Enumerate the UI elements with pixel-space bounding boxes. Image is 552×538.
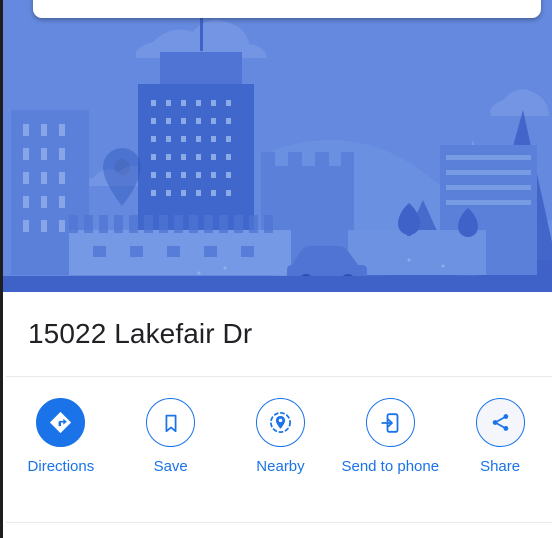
place-card-panel: 15022 Lakefair Dr 15022 Lakefair Dr: [0, 0, 552, 538]
action-button-row: Directions Save Nearby Send to phone Sha…: [6, 377, 552, 522]
share-icon: [492, 414, 508, 431]
bookmark-icon: [165, 414, 177, 432]
action-label-send-to-phone: Send to phone: [341, 458, 440, 475]
search-bar[interactable]: 15022 Lakefair Dr: [33, 0, 541, 18]
action-label-directions: Directions: [27, 458, 95, 475]
nearby-button[interactable]: [255, 398, 305, 447]
page-title: 15022 Lakefair Dr: [28, 318, 253, 349]
action-label-nearby: Nearby: [256, 458, 305, 475]
hero-illustration: 15022 Lakefair Dr: [3, 0, 552, 292]
action-share[interactable]: Share: [448, 398, 552, 477]
city-skyline-illustration: [3, 0, 552, 292]
building-low: [69, 215, 291, 275]
action-nearby[interactable]: Nearby: [228, 398, 332, 477]
divider-below-actions: [6, 522, 552, 523]
action-directions[interactable]: Directions: [9, 398, 113, 477]
share-button[interactable]: [475, 398, 525, 447]
directions-button[interactable]: [36, 398, 86, 447]
directions-arrow-icon: [50, 411, 72, 434]
action-label-save: Save: [153, 458, 188, 475]
place-title-block: 15022 Lakefair Dr: [6, 292, 552, 376]
action-save[interactable]: Save: [119, 398, 223, 477]
send-to-phone-button[interactable]: [365, 398, 415, 447]
send-to-phone-icon: [381, 412, 399, 433]
action-label-share: Share: [480, 458, 521, 475]
nearby-pin-icon: [270, 412, 291, 433]
action-send-to-phone[interactable]: Send to phone: [338, 398, 442, 477]
save-button[interactable]: [146, 398, 196, 447]
